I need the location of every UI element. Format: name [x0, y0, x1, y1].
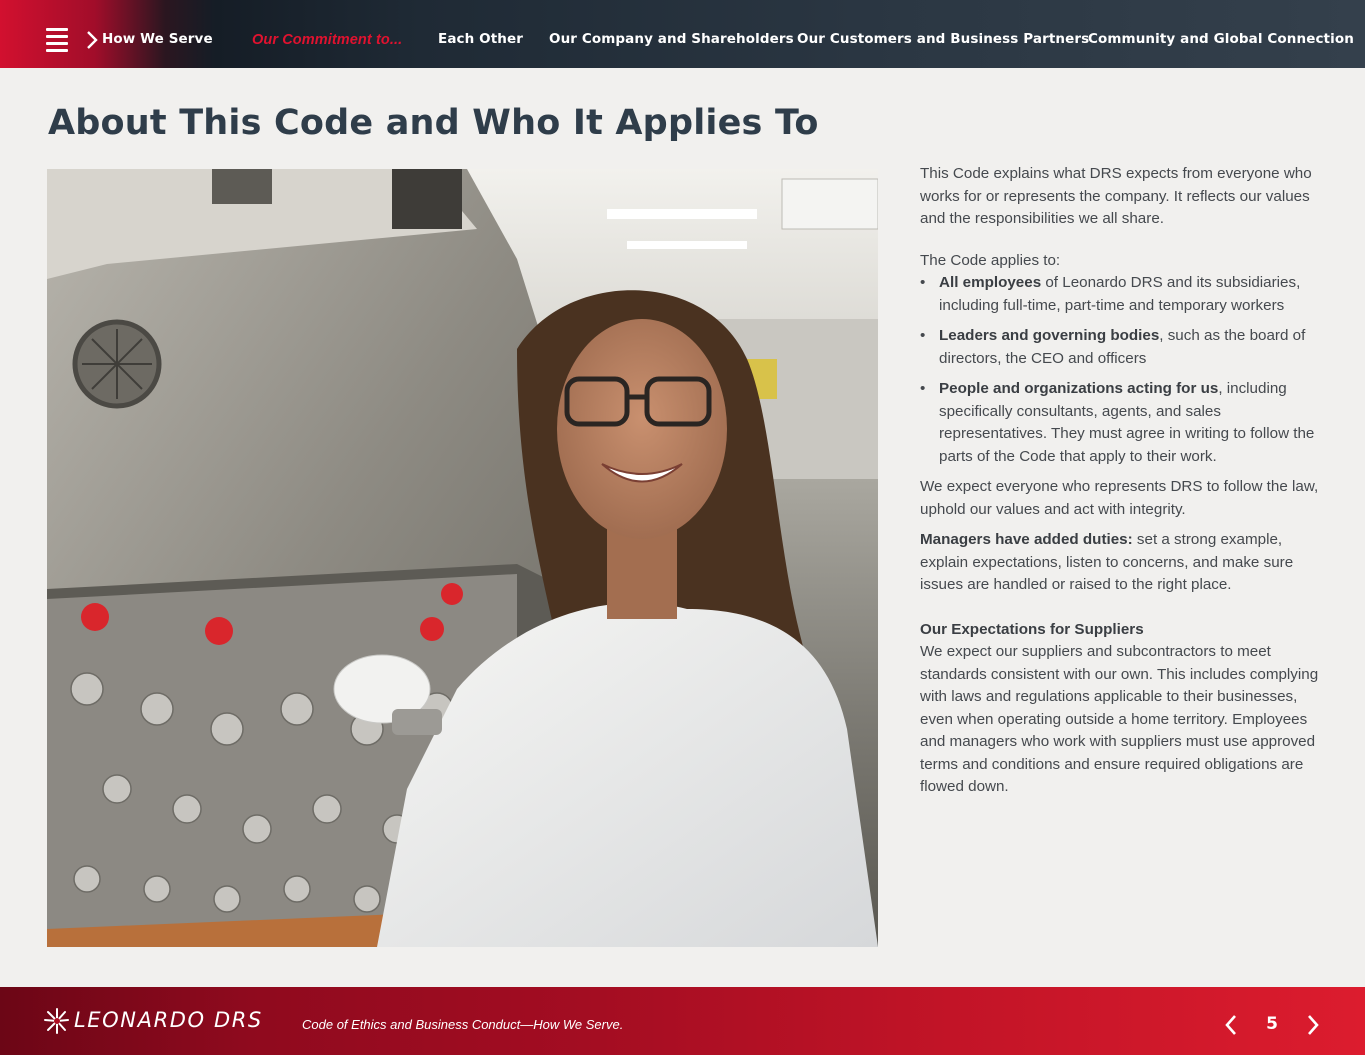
nav-customers-partners[interactable]: Our Customers and Business Partners — [797, 31, 1089, 47]
expect-paragraph: We expect everyone who represents DRS to… — [920, 478, 1319, 518]
bullet-bold: Leaders and governing bodies — [939, 327, 1160, 344]
nav-each-other[interactable]: Each Other — [438, 31, 523, 47]
top-navigation-bar: How We Serve Our Commitment to... Each O… — [0, 0, 1365, 68]
page-number: 5 — [1266, 1014, 1278, 1034]
chevron-right-icon — [87, 31, 98, 49]
chevron-left-icon[interactable] — [1224, 1014, 1238, 1036]
managers-bold: Managers have added duties: — [920, 531, 1133, 548]
hamburger-menu-icon[interactable] — [46, 28, 68, 52]
lab-technician-photo — [47, 169, 878, 947]
list-item: People and organizations acting for us, … — [920, 378, 1320, 468]
nav-our-commitment[interactable]: Our Commitment to... — [252, 32, 402, 48]
nav-company-shareholders[interactable]: Our Company and Shareholders — [549, 31, 794, 47]
applies-lead: The Code applies to: — [920, 251, 1061, 269]
nav-community-global[interactable]: Community and Global Connection — [1088, 31, 1354, 47]
list-item: All employees of Leonardo DRS and its su… — [920, 272, 1320, 317]
intro-paragraph: This Code explains what DRS expects from… — [920, 165, 1312, 227]
bullet-bold: All employees — [939, 274, 1042, 291]
photo-illustration — [47, 169, 878, 947]
chevron-right-icon[interactable] — [1306, 1014, 1320, 1036]
bullet-bold: People and organizations acting for us — [939, 380, 1219, 397]
list-item: Leaders and governing bodies, such as th… — [920, 325, 1320, 370]
nav-how-we-serve[interactable]: How We Serve — [102, 31, 213, 47]
managers-paragraph: Managers have added duties: set a strong… — [920, 529, 1320, 597]
leonardo-starburst-logo — [44, 1008, 69, 1034]
suppliers-paragraph: We expect our suppliers and subcontracto… — [920, 643, 1319, 795]
footer-caption: Code of Ethics and Business Conduct—How … — [302, 1017, 624, 1032]
page-title: About This Code and Who It Applies To — [48, 103, 819, 143]
applies-list: All employees of Leonardo DRS and its su… — [920, 272, 1320, 468]
content-column: This Code explains what DRS expects from… — [920, 163, 1320, 799]
suppliers-heading: Our Expectations for Suppliers — [920, 620, 1144, 638]
leonardo-drs-logo-text: LEONARDO DRS — [74, 1008, 263, 1032]
